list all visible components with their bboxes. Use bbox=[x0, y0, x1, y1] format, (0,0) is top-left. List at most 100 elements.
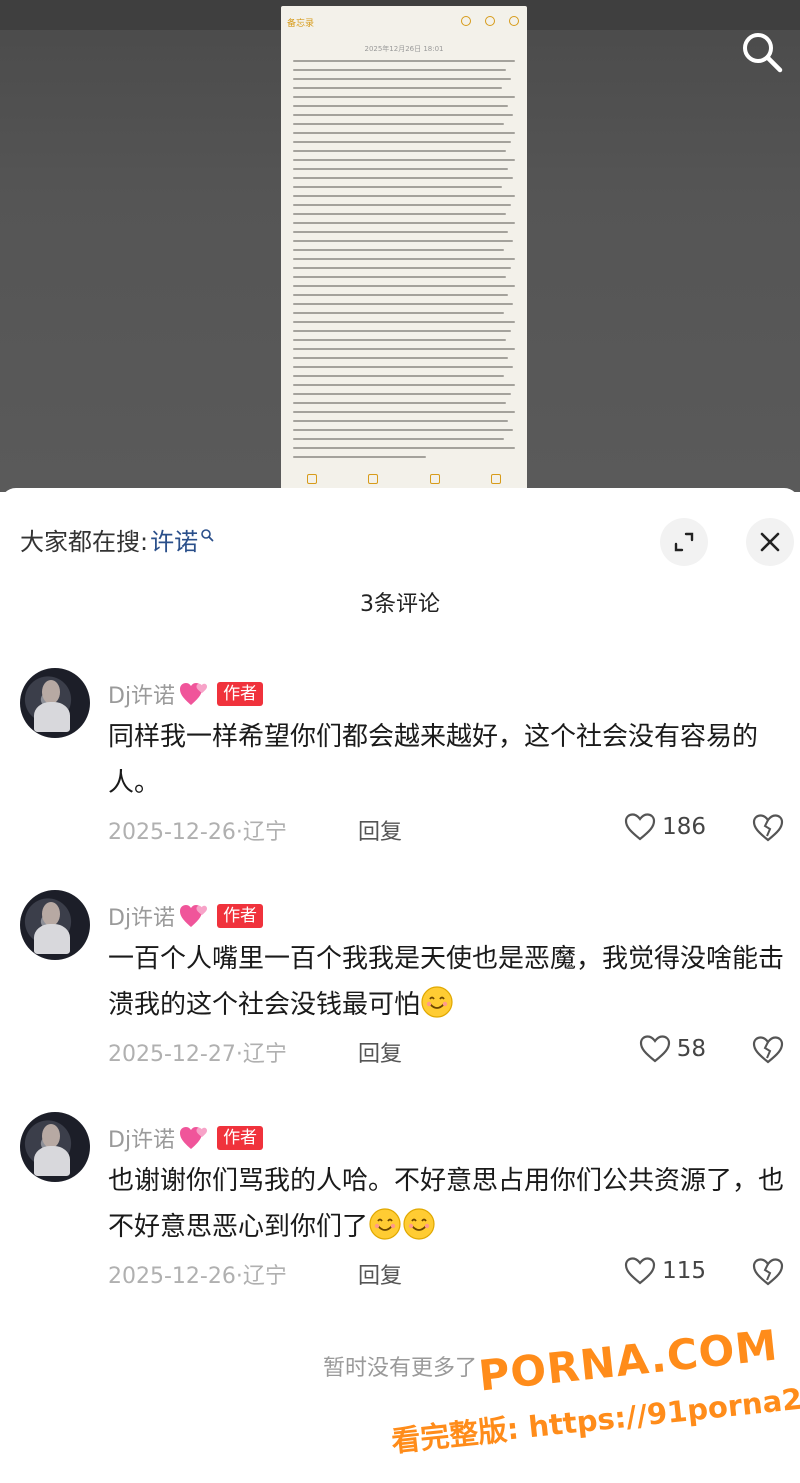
note-compose-icon bbox=[491, 474, 502, 484]
note-text-line bbox=[293, 186, 502, 188]
search-suggestion[interactable]: 大家都在搜: 许诺 bbox=[20, 522, 214, 557]
comment-item: Dj许诺 作者 同样我一样希望你们都会越来越好，这个社会没有容易的人。 2025… bbox=[0, 668, 800, 868]
note-share-icon bbox=[485, 16, 495, 26]
like-count: 186 bbox=[662, 814, 706, 840]
note-text-line bbox=[293, 357, 509, 359]
note-text-line bbox=[293, 249, 504, 251]
expand-button[interactable] bbox=[660, 518, 708, 566]
note-text-line bbox=[293, 321, 515, 323]
heart-outline-icon bbox=[639, 1035, 670, 1063]
note-text-block bbox=[293, 60, 515, 465]
note-back-label: 备忘录 bbox=[287, 19, 315, 29]
avatar[interactable] bbox=[20, 668, 90, 738]
comment-meta: 2025-12-27·辽宁 回复 58 bbox=[108, 1034, 788, 1068]
note-text-line bbox=[293, 411, 515, 413]
search-suggestion-keyword[interactable]: 许诺 bbox=[150, 522, 198, 557]
author-row: Dj许诺 作者 bbox=[108, 678, 264, 710]
author-row: Dj许诺 作者 bbox=[108, 900, 264, 932]
note-text-line bbox=[293, 132, 515, 134]
note-text-line bbox=[293, 420, 509, 422]
comment-text-content: 同样我一样希望你们都会越来越好，这个社会没有容易的人。 bbox=[108, 722, 759, 798]
note-toolbar-icons bbox=[461, 16, 519, 26]
two-hearts-icon bbox=[180, 1127, 208, 1149]
search-icon[interactable] bbox=[738, 28, 786, 76]
reply-button[interactable]: 回复 bbox=[358, 1258, 402, 1290]
note-text-line bbox=[293, 456, 427, 458]
two-hearts-icon bbox=[180, 905, 208, 927]
note-more-icon bbox=[509, 16, 519, 26]
note-text-line bbox=[293, 285, 515, 287]
comment-date: 2025-12-26·辽宁 bbox=[108, 820, 287, 845]
author-badge: 作者 bbox=[217, 682, 264, 706]
note-text-line bbox=[293, 312, 504, 314]
note-text-line bbox=[293, 60, 515, 62]
author-badge: 作者 bbox=[217, 1126, 264, 1150]
note-text-line bbox=[293, 276, 507, 278]
smile-emoji-icon bbox=[403, 1208, 435, 1240]
note-text-line bbox=[293, 213, 507, 215]
comment-count: 3条评论 bbox=[360, 592, 440, 617]
note-undo-icon bbox=[461, 16, 471, 26]
author-badge: 作者 bbox=[217, 904, 264, 928]
search-small-icon bbox=[200, 520, 214, 548]
broken-heart-icon[interactable] bbox=[752, 812, 784, 844]
search-suggestion-prefix: 大家都在搜: bbox=[20, 528, 149, 556]
comment-date: 2025-12-26·辽宁 bbox=[108, 1264, 287, 1289]
note-text-line bbox=[293, 393, 511, 395]
note-text-line bbox=[293, 96, 515, 98]
author-name[interactable]: Dj许诺 bbox=[108, 678, 175, 710]
author-name[interactable]: Dj许诺 bbox=[108, 1122, 175, 1154]
like-count: 58 bbox=[676, 1036, 706, 1062]
author-row: Dj许诺 作者 bbox=[108, 1122, 264, 1154]
two-hearts-icon bbox=[180, 683, 208, 705]
note-toolbar: 备忘录 bbox=[281, 6, 527, 36]
note-text-line bbox=[293, 150, 507, 152]
note-date: 2025年12月26日 18:01 bbox=[364, 45, 444, 53]
close-icon bbox=[760, 532, 780, 552]
note-checklist-icon bbox=[306, 474, 317, 484]
note-text-line bbox=[293, 177, 513, 179]
note-draw-icon bbox=[429, 474, 440, 484]
note-text-line bbox=[293, 123, 504, 125]
comment-text: 一百个人嘴里一百个我我是天使也是恶魔，我觉得没啥能击溃我的这个社会没钱最可怕 bbox=[108, 936, 788, 1028]
note-text-line bbox=[293, 366, 513, 368]
close-button[interactable] bbox=[746, 518, 794, 566]
note-text-line bbox=[293, 195, 515, 197]
like-button[interactable]: 58 bbox=[639, 1034, 706, 1064]
note-text-line bbox=[293, 141, 511, 143]
note-text-line bbox=[293, 258, 515, 260]
note-text-line bbox=[293, 222, 515, 224]
like-count: 115 bbox=[662, 1258, 706, 1284]
comment-meta: 2025-12-26·辽宁 回复 186 bbox=[108, 812, 788, 846]
note-text-line bbox=[293, 267, 511, 269]
note-text-line bbox=[293, 348, 515, 350]
broken-heart-icon[interactable] bbox=[752, 1034, 784, 1066]
author-name[interactable]: Dj许诺 bbox=[108, 900, 175, 932]
note-text-line bbox=[293, 375, 504, 377]
note-text-line bbox=[293, 384, 515, 386]
note-text-line bbox=[293, 159, 515, 161]
note-text-line bbox=[293, 87, 502, 89]
note-text-line bbox=[293, 78, 511, 80]
note-text-line bbox=[293, 168, 509, 170]
note-text-line bbox=[293, 69, 507, 71]
comment-text: 也谢谢你们骂我的人哈。不好意思占用你们公共资源了，也不好意思恶心到你们了 bbox=[108, 1158, 788, 1250]
avatar[interactable] bbox=[20, 890, 90, 960]
comment-meta: 2025-12-26·辽宁 回复 115 bbox=[108, 1256, 788, 1290]
like-button[interactable]: 115 bbox=[624, 1256, 706, 1286]
expand-icon bbox=[674, 532, 694, 552]
smile-emoji-icon bbox=[369, 1208, 401, 1240]
note-screenshot: 备忘录 2025年12月26日 18:01 bbox=[281, 6, 527, 492]
reply-button[interactable]: 回复 bbox=[358, 1036, 402, 1068]
comment-item: Dj许诺 作者 也谢谢你们骂我的人哈。不好意思占用你们公共资源了，也不好意思恶心… bbox=[0, 1112, 800, 1312]
note-text-line bbox=[293, 429, 513, 431]
heart-outline-icon bbox=[624, 813, 656, 841]
like-button[interactable]: 186 bbox=[624, 812, 706, 842]
note-attach-icon bbox=[368, 474, 379, 484]
broken-heart-icon[interactable] bbox=[752, 1256, 784, 1288]
note-text-line bbox=[293, 447, 515, 449]
avatar[interactable] bbox=[20, 1112, 90, 1182]
note-text-line bbox=[293, 303, 513, 305]
video-background[interactable]: 备忘录 2025年12月26日 18:01 bbox=[0, 0, 800, 492]
reply-button[interactable]: 回复 bbox=[358, 814, 402, 846]
